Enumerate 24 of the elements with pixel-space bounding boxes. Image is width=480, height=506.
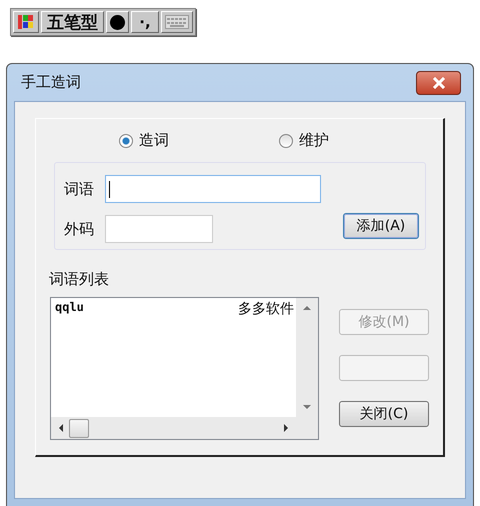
flag-icon[interactable]: [13, 11, 39, 33]
radio-label[interactable]: 造词: [139, 131, 169, 150]
close-icon: [432, 76, 446, 88]
punctuation-button[interactable]: ·,: [131, 11, 159, 33]
input-field[interactable]: [105, 215, 213, 243]
horizontal-scrollbar[interactable]: [51, 417, 296, 439]
list-cell[interactable]: 多多软件: [238, 300, 294, 318]
field-label: 词语: [64, 180, 94, 198]
input-mode-button[interactable]: 五笔型: [41, 11, 104, 33]
vertical-scrollbar[interactable]: [296, 298, 318, 417]
radio-button[interactable]: [279, 134, 293, 148]
add-button[interactable]: 添加(A): [343, 213, 419, 239]
input-field[interactable]: [105, 175, 321, 203]
keyboard-icon[interactable]: [161, 11, 193, 33]
word-list[interactable]: qqlu 多多软件: [50, 297, 319, 440]
window-title: 手工造词: [21, 73, 81, 92]
field-label: 外码: [64, 220, 94, 238]
close-button[interactable]: [416, 70, 461, 94]
list-label: 词语列表: [49, 270, 110, 290]
side-button[interactable]: 关闭(C): [339, 401, 429, 427]
shape-toggle-button[interactable]: [106, 11, 129, 33]
radio-label[interactable]: 维护: [299, 131, 329, 150]
list-cell[interactable]: qqlu: [55, 300, 84, 318]
radio-button[interactable]: [119, 134, 133, 148]
